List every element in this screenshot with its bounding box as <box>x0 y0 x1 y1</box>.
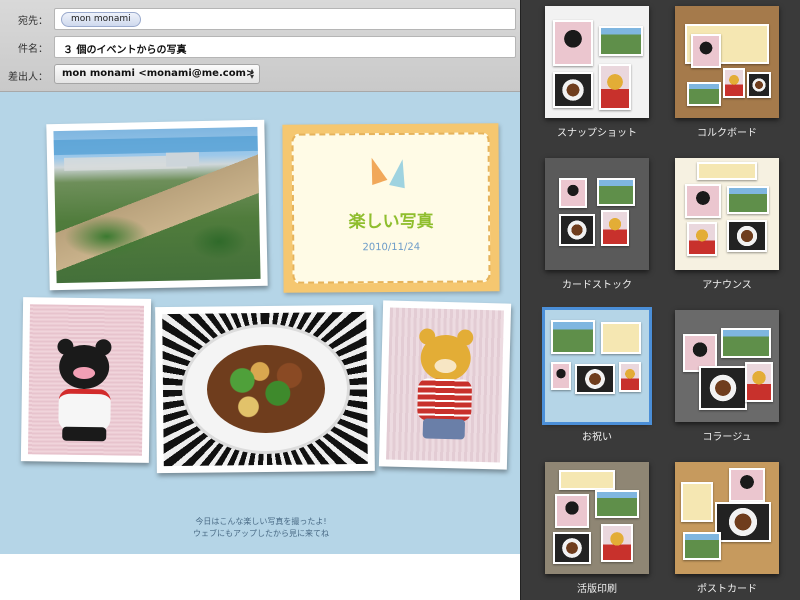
template-thumbnail <box>675 462 779 574</box>
template-cardstock[interactable]: カードストック <box>521 152 651 300</box>
template-snapshot[interactable]: スナップショット <box>521 0 651 148</box>
template-label: ポストカード <box>697 584 757 595</box>
food-image <box>162 311 368 467</box>
template-postcard[interactable]: ポストカード <box>651 456 781 600</box>
template-collage[interactable]: コラージュ <box>651 304 781 452</box>
template-label: コラージュ <box>702 432 752 443</box>
template-corkboard[interactable]: コルクボード <box>651 0 781 148</box>
photo-bear-doll[interactable] <box>378 300 512 470</box>
from-value: mon monami <monami@me.com> <box>62 68 255 79</box>
pig-doll-image <box>27 304 145 456</box>
from-label: 差出人： <box>8 72 48 83</box>
party-hat-icon <box>364 155 388 185</box>
message-text[interactable]: 今日はこんな楽しい写真を撮ったよ! ウェブにもアップしたから見に来てね <box>150 516 372 540</box>
party-hat-icon <box>389 157 411 189</box>
subject-field[interactable]: ３ 個のイベントからの写真 <box>54 36 516 58</box>
template-thumbnail <box>675 158 779 270</box>
card-date[interactable]: 2010/11/24 <box>294 241 488 253</box>
message-line: 今日はこんな楽しい写真を撮ったよ! <box>195 517 327 526</box>
title-card-inner: 楽しい写真 2010/11/24 <box>291 132 491 284</box>
template-announcement[interactable]: アナウンス <box>651 152 781 300</box>
to-label: 宛先： <box>18 16 48 27</box>
card-title[interactable]: 楽しい写真 <box>294 206 488 233</box>
recipient-token[interactable]: mon monami <box>61 12 141 27</box>
message-line: ウェブにもアップしたから見に来てね <box>193 529 329 538</box>
photo-food[interactable] <box>155 304 375 474</box>
photo-pig-doll[interactable] <box>20 297 152 463</box>
from-select[interactable]: mon monami <monami@me.com> ▴ ▾ <box>54 64 260 84</box>
template-letterpress[interactable]: 活版印刷 <box>521 456 651 600</box>
from-row: 差出人： mon monami <monami@me.com> ▴ ▾ <box>0 62 520 88</box>
photo-aerial[interactable] <box>46 119 268 291</box>
template-thumbnail <box>545 6 649 118</box>
template-label: コルクボード <box>697 128 757 139</box>
template-label: アナウンス <box>702 280 752 291</box>
updown-arrows-icon: ▴ ▾ <box>249 66 254 81</box>
template-thumbnail <box>545 310 649 422</box>
subject-value: ３ 個のイベントからの写真 <box>63 45 187 56</box>
mail-header: 宛先： mon monami 件名： ３ 個のイベントからの写真 差出人： mo… <box>0 0 520 92</box>
template-thumbnail <box>675 310 779 422</box>
stationery-template-panel: スナップショット コルクボード カードストック アナウンス お祝い コラージュ … <box>520 0 800 600</box>
stationery-canvas: 楽しい写真 2010/11/24 今日はこんな楽しい写真を撮ったよ! ウェブにも… <box>0 92 520 554</box>
bear-doll-image <box>386 307 504 463</box>
to-field[interactable]: mon monami <box>54 8 516 30</box>
subject-label: 件名： <box>18 44 48 55</box>
template-thumbnail <box>675 6 779 118</box>
subject-row: 件名： ３ 個のイベントからの写真 <box>0 34 520 60</box>
to-row: 宛先： mon monami <box>0 6 520 32</box>
title-card[interactable]: 楽しい写真 2010/11/24 <box>282 123 500 293</box>
aerial-photo-image <box>53 126 261 284</box>
template-celebration[interactable]: お祝い <box>521 304 651 452</box>
template-thumbnail <box>545 158 649 270</box>
template-thumbnail <box>545 462 649 574</box>
